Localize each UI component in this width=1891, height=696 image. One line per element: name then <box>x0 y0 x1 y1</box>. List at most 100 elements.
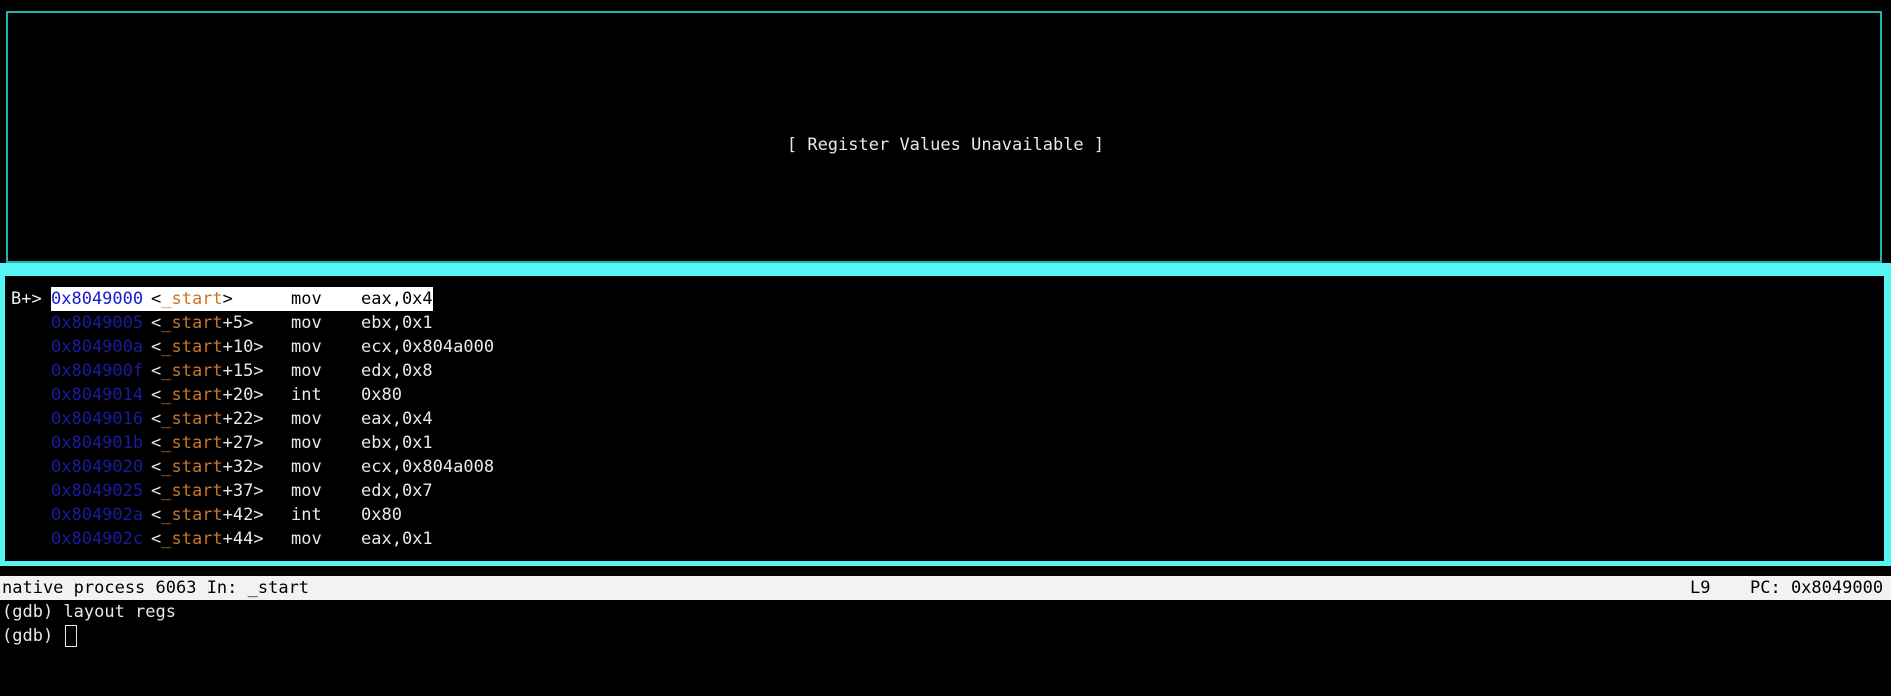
instruction-operands: ebx,0x1 <box>361 313 433 333</box>
symbol-close-bracket: > <box>253 385 264 405</box>
text-cursor[interactable] <box>65 625 78 647</box>
instruction-operands: ecx,0x804a008 <box>361 457 495 477</box>
symbol-offset-value: +15 <box>222 361 254 381</box>
symbol-open-bracket: < <box>151 385 162 405</box>
instruction-mnemonic: int <box>291 385 322 405</box>
symbol-open-bracket: < <box>151 529 162 549</box>
asm-line: 0x804900a <_start+10> mov ecx,0x804a000 <box>11 335 494 359</box>
symbol-close-bracket: > <box>243 313 254 333</box>
instruction-address: 0x8049016 <box>51 409 144 429</box>
symbol-close-bracket: > <box>253 505 264 525</box>
symbol-open-bracket: < <box>151 481 162 501</box>
symbol-open-bracket: < <box>151 337 162 357</box>
instruction-operands: ebx,0x1 <box>361 433 433 453</box>
pc-indicator: PC: 0x8049000 <box>1750 578 1884 598</box>
instruction-address: 0x8049025 <box>51 481 144 501</box>
symbol-offset-value: +44 <box>222 529 254 549</box>
function-name: _start <box>161 529 223 549</box>
instruction-operands: eax,0x4 <box>361 409 433 429</box>
asm-line: 0x804902a <_start+42> int 0x80 <box>11 503 402 527</box>
symbol-open-bracket: < <box>151 409 162 429</box>
instruction-address: 0x8049014 <box>51 385 144 405</box>
symbol-offset: <_start> <box>151 287 291 311</box>
function-name: _start <box>161 289 223 309</box>
function-name: _start <box>161 457 223 477</box>
symbol-offset: <_start+42> <box>151 503 291 527</box>
symbol-offset: <_start+44> <box>151 527 291 551</box>
symbol-open-bracket: < <box>151 361 162 381</box>
instruction-address: 0x8049005 <box>51 313 144 333</box>
function-name: _start <box>161 505 223 525</box>
symbol-offset-value: +27 <box>222 433 254 453</box>
instruction-address: 0x804902c <box>51 529 144 549</box>
instruction-operands: edx,0x7 <box>361 481 433 501</box>
symbol-open-bracket: < <box>151 313 162 333</box>
line-indicator: L9 <box>1690 578 1711 598</box>
function-name: _start <box>161 433 223 453</box>
register-values-unavailable-message: [ Register Values Unavailable ] <box>786 135 1105 155</box>
instruction-address: 0x8049000 <box>51 287 151 311</box>
gdb-prompt: (gdb) <box>2 626 64 646</box>
symbol-offset: <_start+37> <box>151 479 291 503</box>
instruction-address: 0x804900a <box>51 337 144 357</box>
symbol-open-bracket: < <box>151 289 162 309</box>
symbol-close-bracket: > <box>253 457 264 477</box>
symbol-offset: <_start+20> <box>151 383 291 407</box>
breakpoint-marker: B+> <box>11 289 42 309</box>
instruction-operands: 0x80 <box>361 385 402 405</box>
symbol-offset-value: +5 <box>222 313 244 333</box>
symbol-close-bracket: > <box>253 337 264 357</box>
asm-line: 0x804900f <_start+15> mov edx,0x8 <box>11 359 433 383</box>
function-name: _start <box>161 385 223 405</box>
instruction-address: 0x804900f <box>51 361 144 381</box>
instruction-mnemonic: mov <box>291 529 322 549</box>
instruction-operands: edx,0x8 <box>361 361 433 381</box>
instruction-address: 0x804901b <box>51 433 144 453</box>
instruction-operands: eax,0x1 <box>361 529 433 549</box>
asm-line: 0x804902c <_start+44> mov eax,0x1 <box>11 527 433 551</box>
instruction-mnemonic: mov <box>291 361 322 381</box>
symbol-close-bracket: > <box>253 433 264 453</box>
function-name: _start <box>161 361 223 381</box>
asm-line: 0x8049014 <_start+20> int 0x80 <box>11 383 402 407</box>
process-status: native process 6063 In: _start <box>2 578 310 598</box>
instruction-address: 0x804902a <box>51 505 144 525</box>
symbol-offset-value: +22 <box>222 409 254 429</box>
instruction-mnemonic: mov <box>291 313 322 333</box>
instruction-mnemonic: mov <box>291 337 322 357</box>
instruction-mnemonic: mov <box>291 409 322 429</box>
instruction-mnemonic: mov <box>291 457 322 477</box>
instruction-operands: 0x80 <box>361 505 402 525</box>
symbol-open-bracket: < <box>151 457 162 477</box>
asm-line: 0x8049020 <_start+32> mov ecx,0x804a008 <box>11 455 494 479</box>
symbol-close-bracket: > <box>222 289 233 309</box>
instruction-mnemonic: mov <box>291 481 322 501</box>
function-name: _start <box>161 337 223 357</box>
instruction-operands: ecx,0x804a000 <box>361 337 495 357</box>
instruction-address: 0x8049020 <box>51 457 144 477</box>
asm-line: 0x8049005 <_start+5> mov ebx,0x1 <box>11 311 433 335</box>
function-name: _start <box>161 409 223 429</box>
symbol-offset-value: +32 <box>222 457 254 477</box>
asm-line: 0x8049025 <_start+37> mov edx,0x7 <box>11 479 433 503</box>
instruction-operands: eax,0x4 <box>361 287 433 311</box>
symbol-close-bracket: > <box>253 481 264 501</box>
function-name: _start <box>161 481 223 501</box>
gdb-tui-terminal: [ Register Values Unavailable ] B+> 0x804… <box>0 0 1891 654</box>
symbol-offset: <_start+32> <box>151 455 291 479</box>
symbol-open-bracket: < <box>151 505 162 525</box>
instruction-mnemonic: int <box>291 505 322 525</box>
symbol-offset-value: +37 <box>222 481 254 501</box>
instruction-mnemonic: mov <box>291 433 322 453</box>
symbol-close-bracket: > <box>253 529 264 549</box>
symbol-offset-value: +10 <box>222 337 254 357</box>
symbol-offset: <_start+27> <box>151 431 291 455</box>
command-history-line: (gdb) layout regs <box>2 602 176 622</box>
instruction-mnemonic: mov <box>291 287 361 311</box>
symbol-offset: <_start+10> <box>151 335 291 359</box>
asm-line: 0x804901b <_start+27> mov ebx,0x1 <box>11 431 433 455</box>
command-prompt-line[interactable]: (gdb) <box>2 624 78 648</box>
symbol-open-bracket: < <box>151 433 162 453</box>
function-name: _start <box>161 313 223 333</box>
asm-line: B+> 0x8049000 <_start> mov eax,0x4 <box>11 287 433 311</box>
